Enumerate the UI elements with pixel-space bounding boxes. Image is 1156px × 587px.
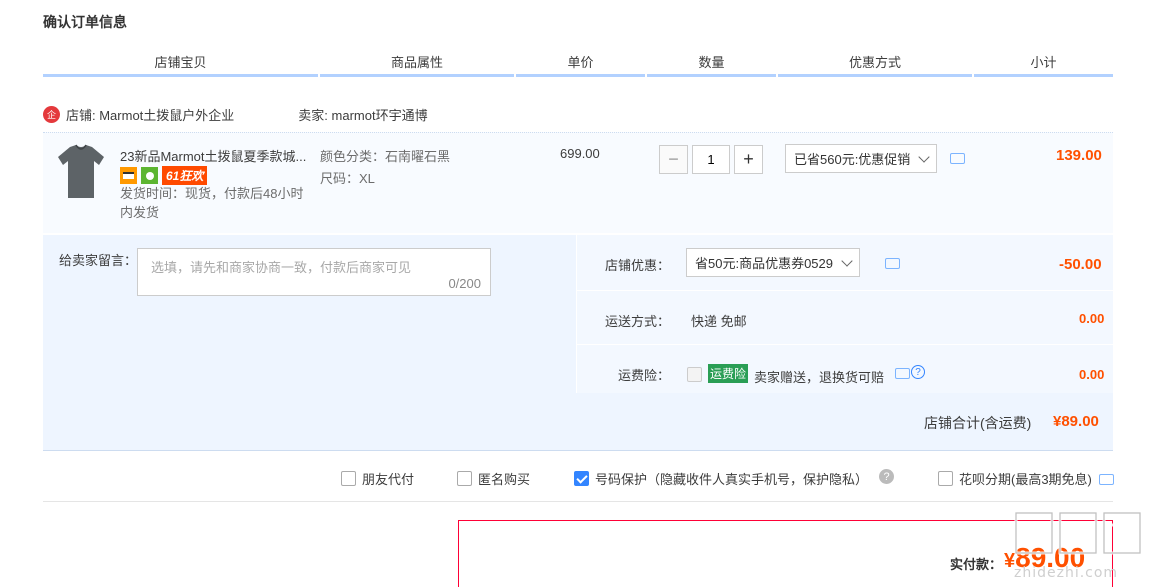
shop-row: 企 店铺: Marmot土拨鼠户外企业 卖家: marmot环宇通博: [43, 103, 1113, 125]
quantity-plus-button[interactable]: +: [734, 145, 763, 174]
product-badges: 61狂欢: [120, 166, 208, 185]
promo-61-badge: 61狂欢: [162, 166, 208, 185]
shipping-amount: 0.00: [1079, 311, 1105, 326]
svg-text:zhidezhi.com: zhidezhi.com: [1014, 565, 1118, 581]
divider: [576, 235, 577, 393]
divider: [43, 450, 1113, 451]
product-title-link[interactable]: 23新品Marmot土拨鼠夏季款城...: [120, 146, 306, 165]
insurance-desc: 卖家赠送，退换货可赔: [754, 370, 885, 385]
shop-total-label: 店铺合计(含运费): [924, 415, 1032, 431]
chat-icon[interactable]: [895, 368, 910, 379]
enterprise-shop-icon: 企: [43, 105, 60, 123]
anonymous-checkbox[interactable]: [457, 471, 472, 486]
item-subtotal: 139.00: [1056, 147, 1102, 164]
shipping-method: 快递 免邮: [691, 314, 747, 329]
help-icon[interactable]: ?: [879, 469, 894, 484]
shop-total-amount: ¥89.00: [1053, 413, 1099, 430]
message-textarea[interactable]: 选填，请先和商家协商一致，付款后商家可见 0/200: [137, 248, 491, 296]
col-header-quantity: 数量: [647, 52, 776, 77]
quantity-stepper: − +: [659, 145, 763, 174]
chat-icon[interactable]: [950, 153, 965, 164]
shipping-label: 运送方式：: [605, 314, 671, 329]
shop-name-link[interactable]: 店铺: Marmot土拨鼠户外企业: [66, 105, 234, 124]
shop-coupon-value: 省50元:商品优惠券0529: [695, 256, 833, 271]
payment-label: 实付款：: [950, 557, 1003, 572]
huabei-label: 花呗分期(最高3期免息): [959, 472, 1092, 487]
chat-icon[interactable]: [885, 258, 900, 269]
chevron-down-icon: [841, 254, 853, 267]
attr-size: 尺码：XL: [320, 171, 375, 186]
divider: [577, 290, 1113, 291]
divider: [577, 344, 1113, 345]
col-header-shop-item: 店铺宝贝: [43, 52, 318, 77]
shop-coupon-select[interactable]: 省50元:商品优惠券0529: [686, 248, 860, 277]
chevron-down-icon: [918, 150, 930, 163]
number-protect-checkbox[interactable]: [574, 471, 589, 486]
col-header-subtotal: 小计: [974, 52, 1113, 77]
anonymous-option[interactable]: 匿名购买: [457, 469, 530, 488]
insurance-label: 运费险：: [618, 368, 671, 383]
shop-discount-amount: -50.00: [1059, 256, 1102, 273]
card-icon: [120, 167, 137, 184]
message-label: 给卖家留言：: [59, 253, 138, 268]
attr-color: 颜色分类：石南曜石黑: [320, 149, 451, 164]
watermark-logo: zhidezhi.com: [1014, 511, 1142, 581]
seller-name[interactable]: 卖家: marmot环宇通博: [298, 105, 427, 124]
product-thumbnail[interactable]: [56, 143, 106, 200]
chat-icon[interactable]: [1099, 474, 1114, 485]
anonymous-label: 匿名购买: [478, 472, 531, 487]
insurance-badge: 运费险: [708, 364, 749, 383]
friend-pay-checkbox[interactable]: [341, 471, 356, 486]
col-header-promotion: 优惠方式: [778, 52, 972, 77]
item-promo-value: 已省560元:优惠促销: [794, 152, 911, 167]
table-header: 店铺宝贝 商品属性 单价 数量 优惠方式 小计: [43, 52, 1113, 77]
shop-discount-label: 店铺优惠：: [605, 258, 671, 273]
insurance-amount: 0.00: [1079, 367, 1105, 382]
divider: [43, 501, 1113, 502]
insurance-checkbox[interactable]: [687, 367, 702, 382]
col-header-unit-price: 单价: [516, 52, 645, 77]
message-placeholder: 选填，请先和商家协商一致，付款后商家可见: [151, 260, 412, 275]
friend-pay-option[interactable]: 朋友代付: [341, 469, 414, 488]
huabei-checkbox[interactable]: [938, 471, 953, 486]
page-title: 确认订单信息: [43, 14, 127, 30]
quantity-minus-button[interactable]: −: [659, 145, 688, 174]
help-icon[interactable]: ?: [911, 365, 925, 379]
item-promo-select[interactable]: 已省560元:优惠促销: [785, 144, 938, 173]
number-protect-option[interactable]: 号码保护（隐藏收件人真实手机号，保护隐私）: [574, 469, 868, 488]
verified-seller-icon: [141, 167, 158, 184]
quantity-input[interactable]: [692, 145, 730, 174]
huabei-option[interactable]: 花呗分期(最高3期免息): [938, 469, 1092, 488]
col-header-attributes: 商品属性: [320, 52, 514, 77]
message-counter: 0/200: [448, 276, 481, 291]
unit-price: 699.00: [560, 146, 600, 161]
friend-pay-label: 朋友代付: [362, 472, 415, 487]
number-protect-label: 号码保护（隐藏收件人真实手机号，保护隐私）: [595, 472, 869, 487]
ship-time: 发货时间：现货，付款后48小时内发货: [120, 186, 304, 220]
